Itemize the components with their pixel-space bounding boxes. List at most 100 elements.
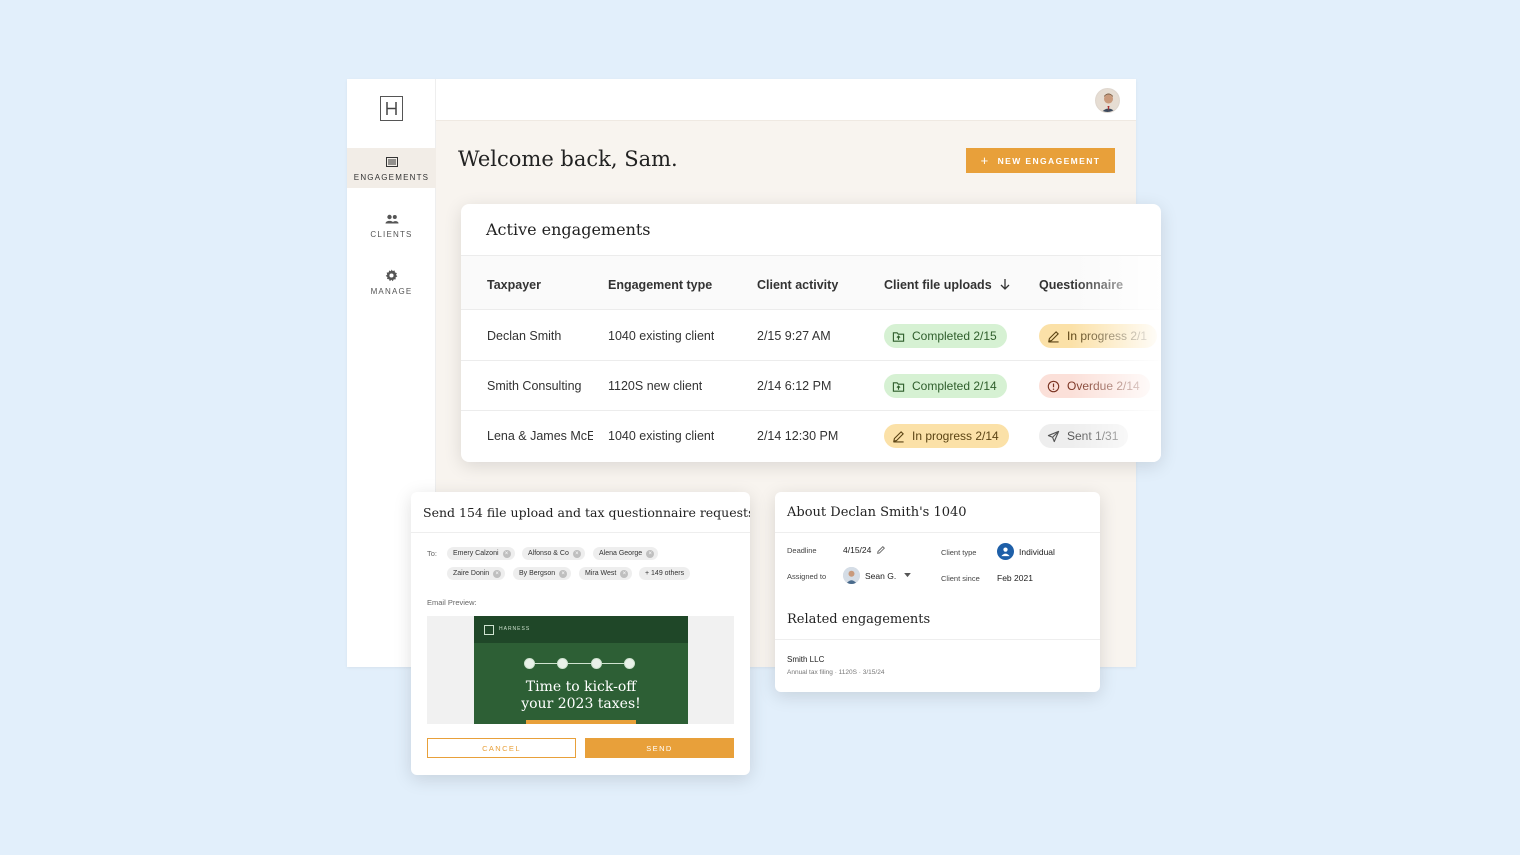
paper-plane-icon bbox=[1047, 430, 1060, 442]
client-type-value: Individual bbox=[997, 543, 1055, 560]
email-preview-label: Email Preview: bbox=[427, 598, 477, 607]
column-header-client-activity[interactable]: Client activity bbox=[757, 278, 838, 292]
step-dot-icon bbox=[624, 658, 635, 669]
email-logo-icon bbox=[484, 625, 494, 635]
chip-label: + 149 others bbox=[645, 570, 685, 577]
to-label: To: bbox=[427, 549, 438, 558]
remove-icon[interactable]: × bbox=[572, 549, 581, 558]
column-header-client-file-uploads[interactable]: Client file uploads bbox=[884, 278, 1010, 292]
cell-client-activity: 2/14 6:12 PM bbox=[757, 379, 832, 393]
chip-label: Mira West bbox=[585, 570, 617, 577]
alert-circle-icon bbox=[1047, 380, 1060, 392]
pencil-icon[interactable] bbox=[876, 545, 886, 555]
recipient-chip[interactable]: By Bergson × bbox=[513, 567, 572, 580]
related-engagements-heading: Related engagements bbox=[787, 612, 931, 627]
table-header: Taxpayer Engagement type Client activity… bbox=[461, 256, 1161, 310]
send-button[interactable]: SEND bbox=[585, 738, 734, 758]
chip-label: Emery Calzoni bbox=[453, 550, 499, 557]
remove-icon[interactable]: × bbox=[559, 569, 568, 578]
cell-client-activity: 2/15 9:27 AM bbox=[757, 329, 831, 343]
client-since-label: Client since bbox=[941, 574, 980, 583]
cell-taxpayer: Declan Smith bbox=[487, 329, 562, 343]
email-brand: HARNESS bbox=[499, 626, 531, 632]
sidebar-item-label: CLIENTS bbox=[370, 229, 413, 239]
sidebar-item-clients[interactable]: CLIENTS bbox=[347, 205, 436, 245]
deadline-value[interactable]: 4/15/24 bbox=[843, 545, 886, 555]
badge-label: Completed 2/14 bbox=[912, 379, 997, 393]
table-row[interactable]: Lena & James McE 1040 existing client 2/… bbox=[461, 411, 1161, 461]
chip-label: Alena George bbox=[599, 550, 643, 557]
remove-icon[interactable]: × bbox=[646, 549, 655, 558]
folder-upload-icon bbox=[892, 331, 905, 342]
chip-label: By Bergson bbox=[519, 570, 556, 577]
status-badge-sent[interactable]: Sent 1/31 bbox=[1039, 424, 1129, 448]
email-body: HARNESS Time to kick-off your 2023 taxes… bbox=[474, 616, 688, 724]
related-engagement-details: Annual tax filing · 1120S · 3/15/24 bbox=[787, 669, 885, 676]
remove-icon[interactable]: × bbox=[620, 569, 629, 578]
recipient-chip[interactable]: Emery Calzoni × bbox=[447, 547, 515, 560]
step-dot-icon bbox=[591, 658, 602, 669]
step-dot-icon bbox=[557, 658, 568, 669]
recipient-chip[interactable]: Alfonso & Co × bbox=[522, 547, 585, 560]
recipient-chip[interactable]: Mira West × bbox=[579, 567, 633, 580]
chip-label: Alfonso & Co bbox=[528, 550, 569, 557]
remove-icon[interactable]: × bbox=[502, 549, 511, 558]
new-engagement-button[interactable]: + NEW ENGAGEMENT bbox=[966, 148, 1115, 173]
assignee-name: Sean G. bbox=[865, 570, 897, 581]
remove-icon[interactable]: × bbox=[493, 569, 502, 578]
progress-steps bbox=[524, 658, 636, 670]
status-badge-in-progress[interactable]: In progress 2/14 bbox=[884, 424, 1009, 448]
client-type-text: Individual bbox=[1019, 546, 1055, 557]
assignee-avatar bbox=[843, 567, 860, 584]
column-header-questionnaire[interactable]: Questionnaire bbox=[1039, 278, 1123, 292]
cell-taxpayer: Smith Consulting bbox=[487, 379, 582, 393]
cell-engagement-type: 1040 existing client bbox=[608, 429, 715, 443]
badge-label: Completed 2/15 bbox=[912, 329, 997, 343]
email-preview[interactable]: HARNESS Time to kick-off your 2023 taxes… bbox=[427, 616, 734, 724]
about-engagement-card: About Declan Smith's 1040 Deadline 4/15/… bbox=[775, 492, 1100, 692]
arrow-down-icon bbox=[1000, 279, 1010, 290]
sidebar-item-manage[interactable]: MANAGE bbox=[347, 262, 436, 302]
active-engagements-card: Active engagements Taxpayer Engagement t… bbox=[461, 204, 1161, 462]
assignee-select[interactable]: Sean G. bbox=[843, 567, 912, 584]
status-badge-completed[interactable]: Completed 2/14 bbox=[884, 374, 1007, 398]
status-badge-overdue[interactable]: Overdue 2/14 bbox=[1039, 374, 1150, 398]
gear-icon bbox=[385, 269, 399, 283]
send-requests-card: Send 154 file upload and tax questionnai… bbox=[411, 492, 750, 775]
cell-taxpayer: Lena & James McE bbox=[487, 429, 593, 443]
assigned-label: Assigned to bbox=[787, 572, 827, 581]
person-icon bbox=[997, 543, 1014, 560]
email-headline: Time to kick-off your 2023 taxes! bbox=[474, 679, 688, 713]
badge-label: In progress 2/1 bbox=[1067, 329, 1148, 343]
sidebar-item-label: ENGAGEMENTS bbox=[353, 172, 430, 182]
top-bar bbox=[436, 79, 1136, 121]
card-title: Active engagements bbox=[486, 220, 651, 239]
column-header-engagement-type[interactable]: Engagement type bbox=[608, 278, 712, 292]
email-cta-bar bbox=[526, 720, 636, 724]
welcome-heading: Welcome back, Sam. bbox=[458, 147, 678, 171]
people-icon bbox=[385, 212, 399, 226]
logo-h-icon bbox=[386, 102, 397, 115]
status-badge-in-progress[interactable]: In progress 2/1 bbox=[1039, 324, 1158, 348]
card-title: Send 154 file upload and tax questionnai… bbox=[423, 505, 750, 520]
cancel-button[interactable]: CANCEL bbox=[427, 738, 576, 758]
others-chip[interactable]: + 149 others bbox=[639, 567, 691, 580]
cell-engagement-type: 1120S new client bbox=[608, 379, 703, 393]
recipient-chip[interactable]: Zaire Donin × bbox=[447, 567, 506, 580]
badge-label: Sent 1/31 bbox=[1067, 429, 1119, 443]
user-avatar[interactable] bbox=[1095, 88, 1120, 113]
column-header-taxpayer[interactable]: Taxpayer bbox=[487, 278, 541, 292]
table-row[interactable]: Declan Smith 1040 existing client 2/15 9… bbox=[461, 311, 1161, 361]
user-avatar-icon bbox=[1096, 89, 1119, 112]
related-engagement-name[interactable]: Smith LLC bbox=[787, 655, 824, 664]
recipient-chip[interactable]: Alena George × bbox=[593, 547, 659, 560]
status-badge-completed[interactable]: Completed 2/15 bbox=[884, 324, 1007, 348]
email-header: HARNESS bbox=[474, 616, 688, 643]
step-dot-icon bbox=[524, 658, 535, 669]
sidebar-item-engagements[interactable]: ENGAGEMENTS bbox=[347, 148, 436, 188]
cell-engagement-type: 1040 existing client bbox=[608, 329, 715, 343]
harness-logo[interactable] bbox=[380, 96, 403, 121]
card-title: About Declan Smith's 1040 bbox=[787, 505, 967, 520]
chip-label: Zaire Donin bbox=[453, 570, 490, 577]
table-row[interactable]: Smith Consulting 1120S new client 2/14 6… bbox=[461, 361, 1161, 411]
